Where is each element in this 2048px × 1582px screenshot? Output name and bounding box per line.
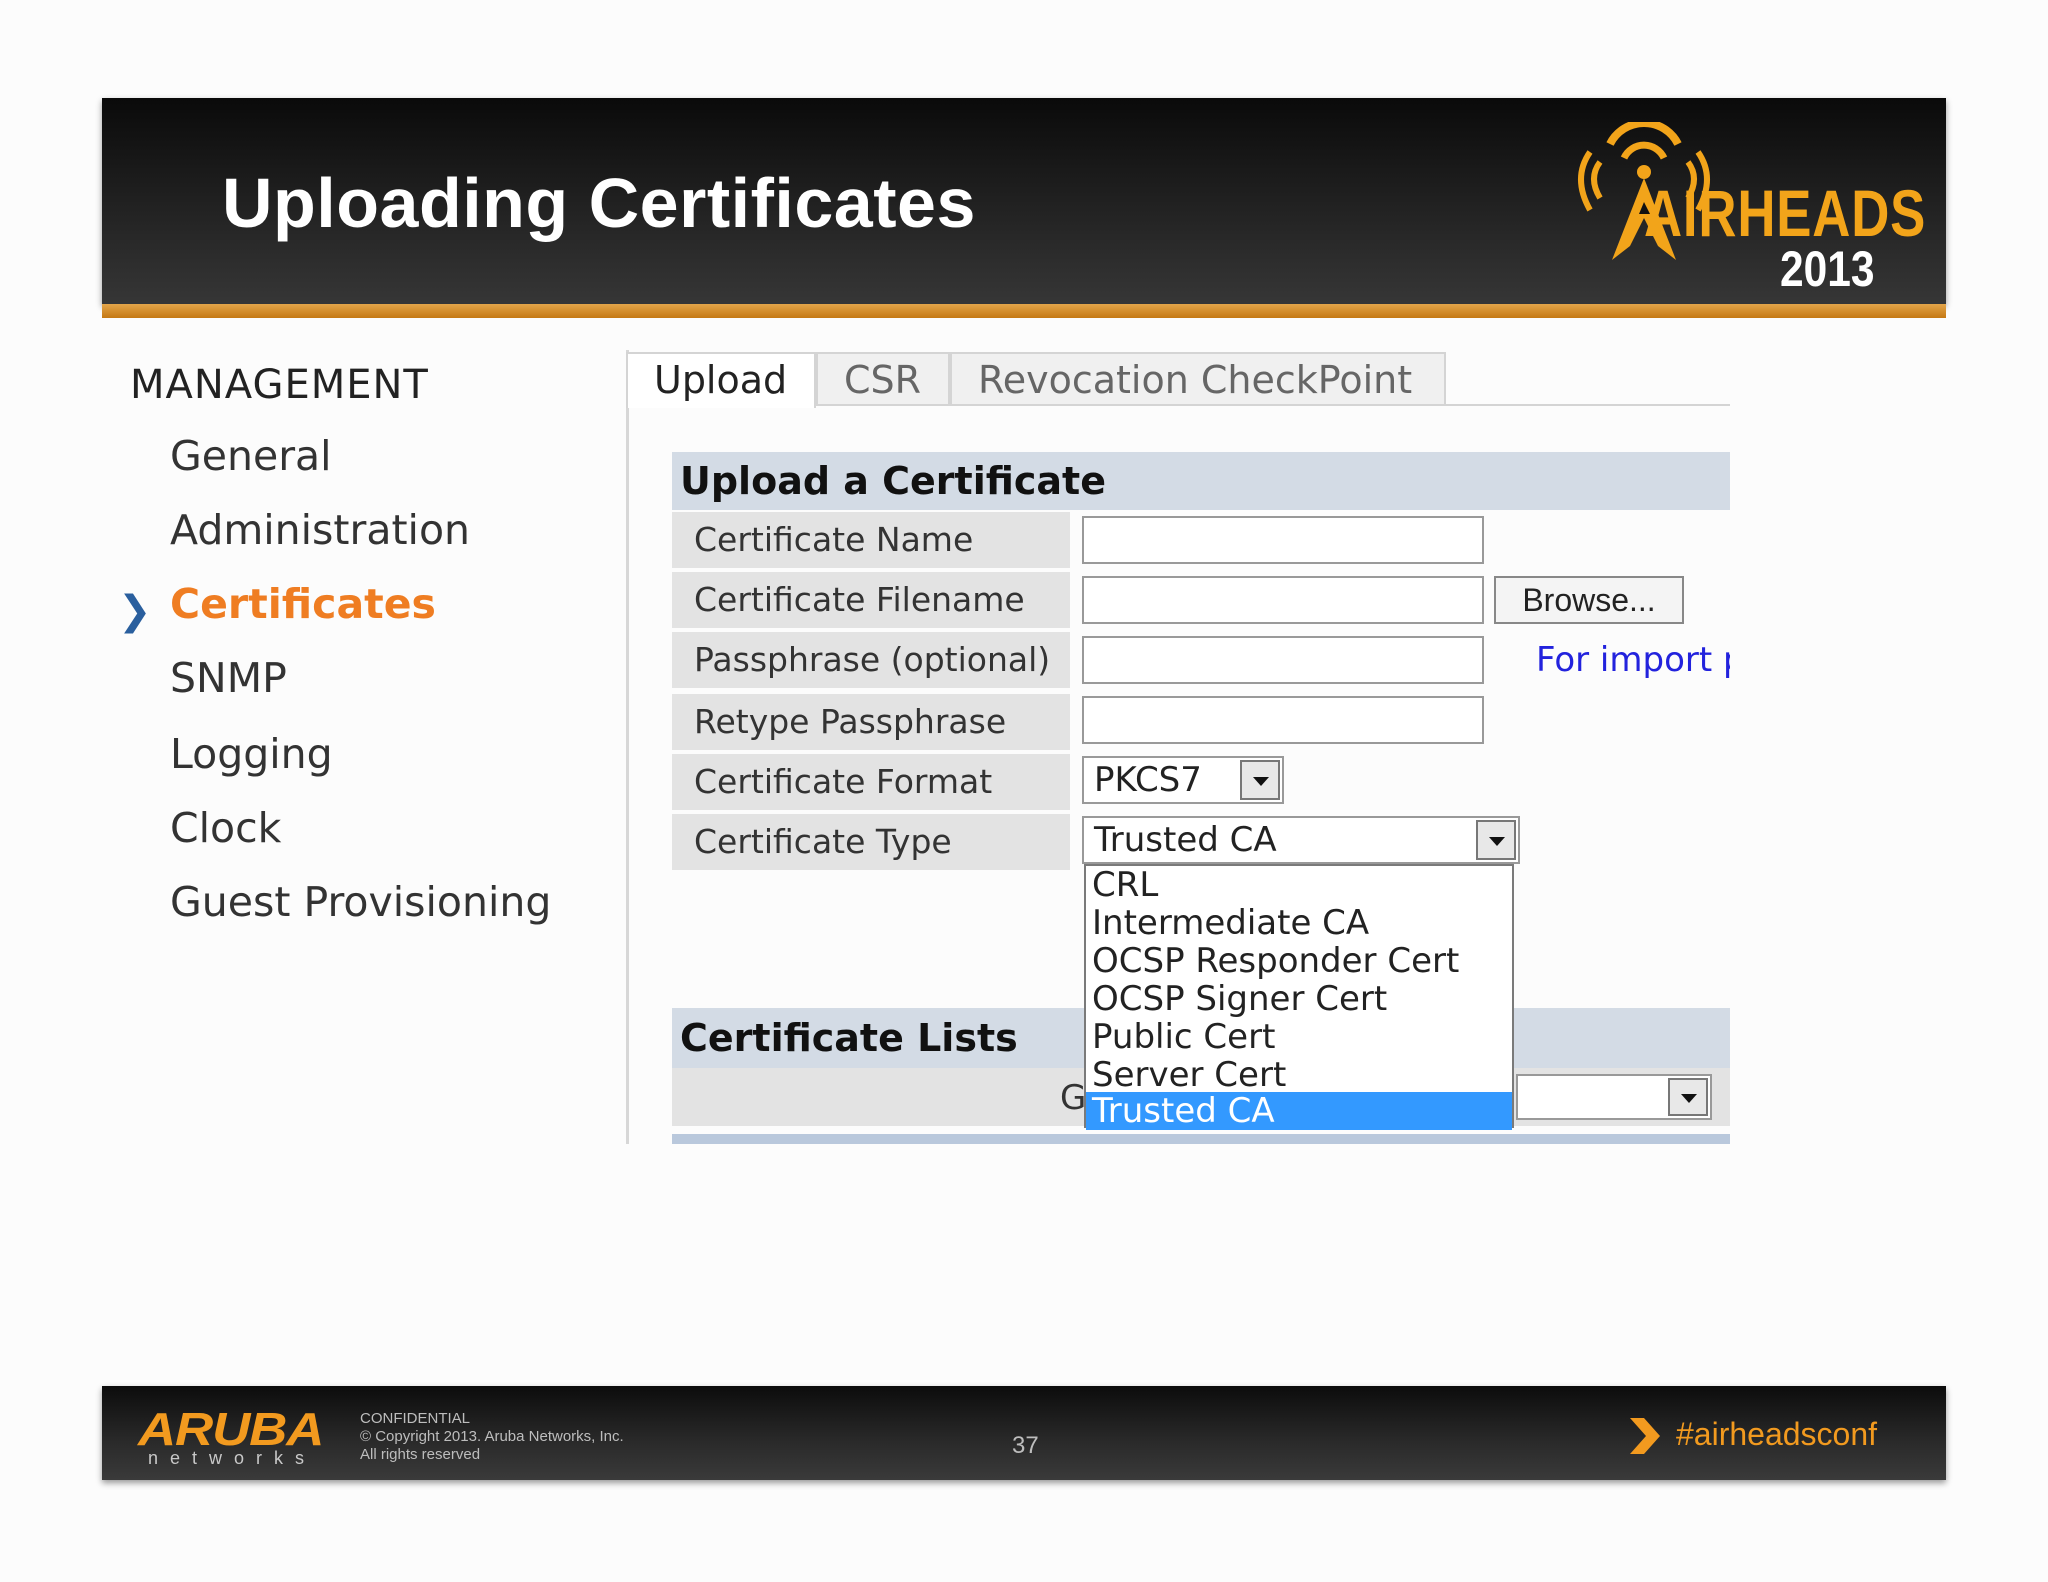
dropdown-option-ocsp-responder-cert[interactable]: OCSP Responder Cert xyxy=(1086,942,1512,980)
confidential-line: CONFIDENTIAL xyxy=(360,1410,471,1427)
chevron-down-icon[interactable] xyxy=(1240,760,1280,800)
chevron-right-icon xyxy=(1630,1418,1660,1454)
menu-item-clock[interactable]: Clock xyxy=(170,804,281,852)
passphrase-input[interactable] xyxy=(1082,636,1484,684)
menu-item-general[interactable]: General xyxy=(170,432,332,480)
page-number: 37 xyxy=(1012,1432,1039,1459)
retype-passphrase-input[interactable] xyxy=(1082,696,1484,744)
menu-item-guest-provisioning[interactable]: Guest Provisioning xyxy=(170,878,551,926)
retype-passphrase-label: Retype Passphrase xyxy=(672,694,1070,750)
tab-csr[interactable]: CSR xyxy=(816,352,950,404)
certificate-type-value: Trusted CA xyxy=(1094,820,1277,860)
dropdown-option-public-cert[interactable]: Public Cert xyxy=(1086,1018,1512,1056)
certificate-panel: Upload CSR Revocation CheckPoint Upload … xyxy=(626,350,1730,1144)
menu-item-snmp[interactable]: SNMP xyxy=(170,654,287,702)
table-header-strip xyxy=(672,1134,1730,1144)
certificate-type-label: Certificate Type xyxy=(672,814,1070,870)
certificate-type-select[interactable]: Trusted CA xyxy=(1082,816,1520,864)
menu-item-certificates[interactable]: Certificates xyxy=(170,580,436,628)
group-select[interactable] xyxy=(1516,1074,1712,1120)
slide-title: Uploading Certificates xyxy=(222,164,976,242)
group-label-partial: G xyxy=(1060,1078,1087,1118)
confidential-notice: CONFIDENTIAL © Copyright 2013. Aruba Net… xyxy=(360,1410,624,1464)
browse-button[interactable]: Browse... xyxy=(1494,576,1684,624)
certificate-format-select[interactable]: PKCS7 xyxy=(1082,756,1284,804)
aruba-logo-subtitle: networks xyxy=(148,1448,317,1468)
certificate-type-dropdown: CRL Intermediate CA OCSP Responder Cert … xyxy=(1084,864,1514,1130)
tab-upload[interactable]: Upload xyxy=(626,352,816,408)
rights-line: All rights reserved xyxy=(360,1446,481,1463)
chevron-right-icon: ❯ xyxy=(118,588,152,634)
certificate-name-label: Certificate Name xyxy=(672,512,1070,568)
airheads-year: 2013 xyxy=(1780,241,1875,297)
certificate-filename-input[interactable] xyxy=(1082,576,1484,624)
chevron-down-icon[interactable] xyxy=(1668,1078,1708,1116)
menu-heading: MANAGEMENT xyxy=(130,362,429,408)
certificate-filename-label: Certificate Filename xyxy=(672,572,1070,628)
import-help-link[interactable]: For import p xyxy=(1536,640,1730,680)
dropdown-option-crl[interactable]: CRL xyxy=(1086,866,1512,904)
menu-item-logging[interactable]: Logging xyxy=(170,730,333,778)
aruba-logo: ARUBA xyxy=(138,1403,324,1455)
copyright-line: © Copyright 2013. Aruba Networks, Inc. xyxy=(360,1428,624,1445)
airheads-wordmark: AIRHEADS xyxy=(1644,176,1927,250)
hashtag-text: #airheadsconf xyxy=(1676,1416,1878,1452)
chevron-down-icon[interactable] xyxy=(1476,820,1516,860)
certificate-name-input[interactable] xyxy=(1082,516,1484,564)
dropdown-option-ocsp-signer-cert[interactable]: OCSP Signer Cert xyxy=(1086,980,1512,1018)
dropdown-option-server-cert[interactable]: Server Cert xyxy=(1086,1056,1512,1094)
panel-border xyxy=(626,350,629,1144)
dropdown-option-intermediate-ca[interactable]: Intermediate CA xyxy=(1086,904,1512,942)
passphrase-label: Passphrase (optional) xyxy=(672,632,1070,688)
upload-section-title: Upload a Certificate xyxy=(672,452,1730,510)
header-accent-bar xyxy=(102,304,1946,318)
dropdown-option-trusted-ca[interactable]: Trusted CA xyxy=(1086,1092,1512,1130)
tab-revocation-checkpoint[interactable]: Revocation CheckPoint xyxy=(950,352,1446,404)
certificate-format-value: PKCS7 xyxy=(1094,760,1202,800)
menu-item-administration[interactable]: Administration xyxy=(170,506,470,554)
certificate-format-label: Certificate Format xyxy=(672,754,1070,810)
